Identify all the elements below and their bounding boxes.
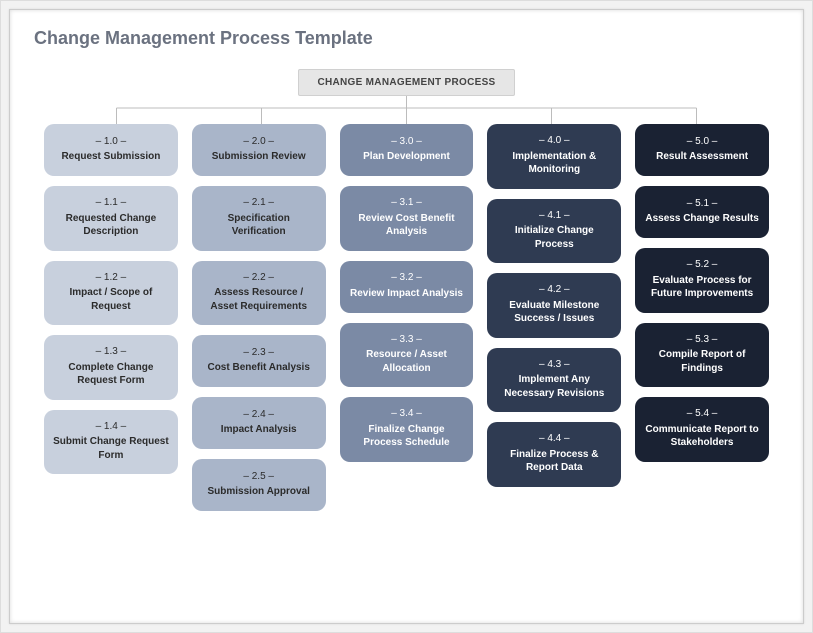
node-number: – 2.5 – (200, 470, 318, 484)
node-label: Assess Resource / Asset Requirements (200, 286, 318, 313)
node-number: – 1.2 – (52, 271, 170, 285)
node-label: Resource / Asset Allocation (348, 348, 466, 375)
node-2-4: – 2.4 – Impact Analysis (192, 397, 326, 449)
node-1-3: – 1.3 – Complete Change Request Form (44, 335, 178, 400)
node-number: – 3.4 – (348, 407, 466, 421)
connector-svg (44, 96, 769, 124)
node-label: Submit Change Request Form (52, 435, 170, 462)
node-number: – 4.4 – (495, 432, 613, 446)
node-1-4: – 1.4 – Submit Change Request Form (44, 410, 178, 475)
node-number: – 1.0 – (52, 135, 170, 149)
node-label: Review Impact Analysis (348, 287, 466, 301)
column-3: – 3.0 – Plan Development – 3.1 – Review … (340, 124, 474, 511)
node-4-2: – 4.2 – Evaluate Milestone Success / Iss… (487, 273, 621, 338)
node-number: – 4.1 – (495, 209, 613, 223)
node-3-4: – 3.4 – Finalize Change Process Schedule (340, 397, 474, 462)
node-label: Implement Any Necessary Revisions (495, 373, 613, 400)
column-head-5: – 5.0 – Result Assessment (635, 124, 769, 176)
column-2: – 2.0 – Submission Review – 2.1 – Specif… (192, 124, 326, 511)
node-label: Plan Development (348, 150, 466, 164)
node-label: Finalize Process & Report Data (495, 448, 613, 475)
node-2-1: – 2.1 – Specification Verification (192, 186, 326, 251)
node-number: – 2.0 – (200, 135, 318, 149)
node-3-2: – 3.2 – Review Impact Analysis (340, 261, 474, 313)
node-number: – 5.3 – (643, 333, 761, 347)
node-number: – 5.4 – (643, 407, 761, 421)
node-label: Cost Benefit Analysis (200, 361, 318, 375)
node-label: Evaluate Milestone Success / Issues (495, 299, 613, 326)
node-1-1: – 1.1 – Requested Change Description (44, 186, 178, 251)
node-4-3: – 4.3 – Implement Any Necessary Revision… (487, 348, 621, 413)
node-number: – 3.3 – (348, 333, 466, 347)
node-number: – 2.1 – (200, 196, 318, 210)
node-label: Communicate Report to Stakeholders (643, 423, 761, 450)
column-1: – 1.0 – Request Submission – 1.1 – Reque… (44, 124, 178, 511)
node-label: Evaluate Process for Future Improvements (643, 274, 761, 301)
node-label: Assess Change Results (643, 212, 761, 226)
node-number: – 1.4 – (52, 420, 170, 434)
node-5-1: – 5.1 – Assess Change Results (635, 186, 769, 238)
node-label: Request Submission (52, 150, 170, 164)
node-number: – 2.2 – (200, 271, 318, 285)
node-2-2: – 2.2 – Assess Resource / Asset Requirem… (192, 261, 326, 326)
column-head-1: – 1.0 – Request Submission (44, 124, 178, 176)
node-number: – 4.2 – (495, 283, 613, 297)
column-4: – 4.0 – Implementation & Monitoring – 4.… (487, 124, 621, 511)
node-number: – 1.3 – (52, 345, 170, 359)
node-number: – 3.2 – (348, 271, 466, 285)
root-row: CHANGE MANAGEMENT PROCESS (34, 69, 779, 96)
node-2-3: – 2.3 – Cost Benefit Analysis (192, 335, 326, 387)
page-title: Change Management Process Template (34, 28, 779, 49)
node-1-2: – 1.2 – Impact / Scope of Request (44, 261, 178, 326)
node-number: – 1.1 – (52, 196, 170, 210)
node-number: – 3.0 – (348, 135, 466, 149)
columns: – 1.0 – Request Submission – 1.1 – Reque… (34, 124, 779, 511)
node-number: – 5.0 – (643, 135, 761, 149)
node-label: Result Assessment (643, 150, 761, 164)
node-number: – 2.4 – (200, 408, 318, 422)
column-head-2: – 2.0 – Submission Review (192, 124, 326, 176)
root-node: CHANGE MANAGEMENT PROCESS (298, 69, 514, 96)
column-5: – 5.0 – Result Assessment – 5.1 – Assess… (635, 124, 769, 511)
node-number: – 2.3 – (200, 346, 318, 360)
node-2-5: – 2.5 – Submission Approval (192, 459, 326, 511)
node-5-3: – 5.3 – Compile Report of Findings (635, 323, 769, 388)
node-number: – 4.3 – (495, 358, 613, 372)
node-number: – 3.1 – (348, 196, 466, 210)
node-label: Requested Change Description (52, 212, 170, 239)
column-head-3: – 3.0 – Plan Development (340, 124, 474, 176)
node-label: Review Cost Benefit Analysis (348, 212, 466, 239)
node-label: Finalize Change Process Schedule (348, 423, 466, 450)
column-head-4: – 4.0 – Implementation & Monitoring (487, 124, 621, 189)
node-3-3: – 3.3 – Resource / Asset Allocation (340, 323, 474, 388)
node-label: Submission Approval (200, 485, 318, 499)
node-4-4: – 4.4 – Finalize Process & Report Data (487, 422, 621, 487)
node-number: – 5.1 – (643, 197, 761, 211)
node-label: Specification Verification (200, 212, 318, 239)
node-label: Impact / Scope of Request (52, 286, 170, 313)
node-label: Complete Change Request Form (52, 361, 170, 388)
node-3-1: – 3.1 – Review Cost Benefit Analysis (340, 186, 474, 251)
node-label: Submission Review (200, 150, 318, 164)
node-label: Compile Report of Findings (643, 348, 761, 375)
node-5-4: – 5.4 – Communicate Report to Stakeholde… (635, 397, 769, 462)
node-number: – 5.2 – (643, 258, 761, 272)
window-frame: Change Management Process Template CHANG… (0, 0, 813, 633)
node-label: Implementation & Monitoring (495, 150, 613, 177)
node-5-2: – 5.2 – Evaluate Process for Future Impr… (635, 248, 769, 313)
node-4-1: – 4.1 – Initialize Change Process (487, 199, 621, 264)
node-number: – 4.0 – (495, 134, 613, 148)
node-label: Impact Analysis (200, 423, 318, 437)
connector-area (44, 96, 769, 124)
node-label: Initialize Change Process (495, 224, 613, 251)
document-page: Change Management Process Template CHANG… (9, 9, 804, 624)
